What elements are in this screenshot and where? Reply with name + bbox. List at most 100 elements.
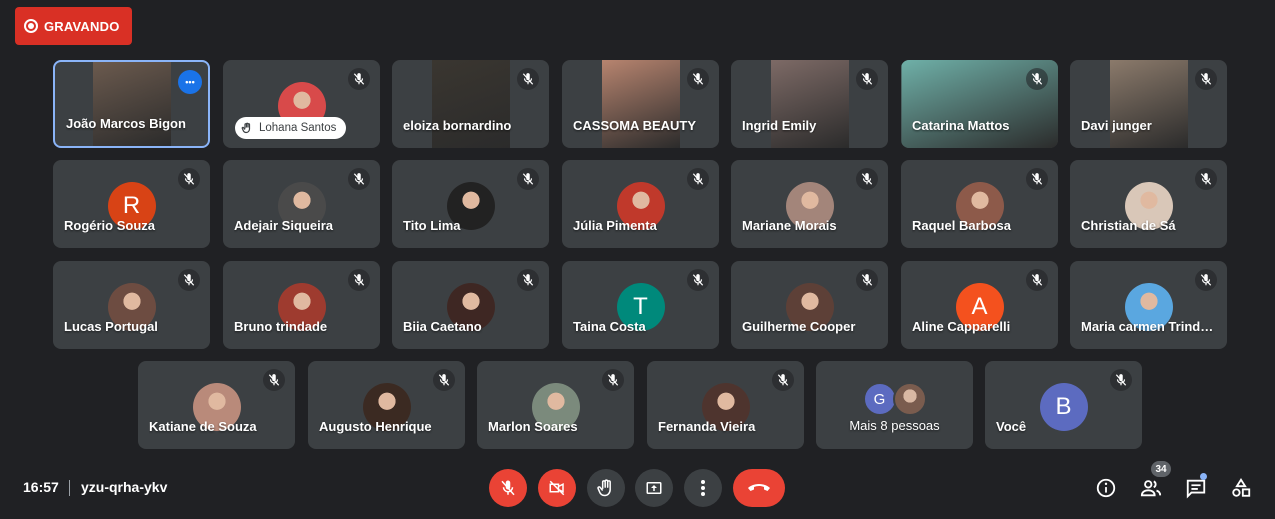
participant-video xyxy=(1109,60,1188,148)
participant-name: Bruno trindade xyxy=(234,319,328,334)
participant-name: CASSOMA BEAUTY xyxy=(573,118,697,133)
mic-off-icon xyxy=(687,68,709,90)
info-icon xyxy=(1096,478,1116,498)
participant-tile[interactable]: Christian de Sá xyxy=(1070,160,1227,248)
participant-tile[interactable]: T Taina Costa xyxy=(562,261,719,349)
meeting-clock: 16:57 xyxy=(23,479,59,495)
mic-off-icon xyxy=(1195,68,1217,90)
mic-off-icon xyxy=(178,269,200,291)
participant-name: Catarina Mattos xyxy=(912,118,1010,133)
chat-notification-dot xyxy=(1200,473,1207,480)
camera-off-icon xyxy=(549,480,565,496)
participant-name: Lohana Santos xyxy=(259,122,337,134)
participant-name: Fernanda Vieira xyxy=(658,419,756,434)
leave-call-button[interactable] xyxy=(733,469,785,507)
participant-tile[interactable]: Augusto Henrique xyxy=(308,361,465,449)
recording-label: GRAVANDO xyxy=(44,18,120,34)
participant-tile[interactable]: Katiane de Souza xyxy=(138,361,295,449)
participant-tile[interactable]: A Aline Capparelli xyxy=(901,261,1058,349)
activities-button[interactable] xyxy=(1228,475,1254,501)
participant-tile[interactable]: Adejair Siqueira xyxy=(223,160,380,248)
mic-off-icon xyxy=(348,68,370,90)
participant-tile[interactable]: João Marcos Bigon ••• xyxy=(53,60,210,148)
present-screen-button[interactable] xyxy=(635,469,673,507)
participant-name: Maria carmen Trindade xyxy=(1081,319,1217,334)
hand-icon xyxy=(597,479,611,497)
hang-up-icon xyxy=(748,484,770,491)
camera-toggle-button[interactable] xyxy=(538,469,576,507)
participant-name: Ingrid Emily xyxy=(742,118,817,133)
mic-off-icon xyxy=(1026,269,1048,291)
participant-tile[interactable]: Lucas Portugal xyxy=(53,261,210,349)
participant-tile[interactable]: R Rogério Souza xyxy=(53,160,210,248)
participant-name: Lucas Portugal xyxy=(64,319,158,334)
participant-name: Mais 8 pessoas xyxy=(849,418,940,433)
participant-avatar: G xyxy=(862,382,897,416)
participant-tile[interactable]: Guilherme Cooper xyxy=(731,261,888,349)
participant-video xyxy=(431,60,510,148)
raise-hand-button[interactable] xyxy=(587,469,625,507)
hand-raised-pill: Lohana Santos xyxy=(235,117,347,139)
mic-off-icon xyxy=(501,480,515,496)
participant-video xyxy=(770,60,849,148)
participant-name: João Marcos Bigon xyxy=(66,116,186,131)
participant-name: Tito Lima xyxy=(403,218,461,233)
participant-name: Biia Caetano xyxy=(403,319,482,334)
participant-tile[interactable]: Tito Lima xyxy=(392,160,549,248)
mic-off-icon xyxy=(263,369,285,391)
participant-tile[interactable]: Marlon Soares xyxy=(477,361,634,449)
meeting-code[interactable]: yzu-qrha-ykv xyxy=(81,479,167,495)
meeting-details-button[interactable] xyxy=(1093,475,1119,501)
mic-off-icon xyxy=(856,168,878,190)
participants-count-badge: 34 xyxy=(1151,461,1171,477)
mic-off-icon xyxy=(1026,168,1048,190)
participant-name: Guilherme Cooper xyxy=(742,319,856,334)
participant-tile[interactable]: Mariane Morais xyxy=(731,160,888,248)
mic-off-icon xyxy=(433,369,455,391)
participant-tile[interactable]: CASSOMA BEAUTY xyxy=(562,60,719,148)
participant-name: Raquel Barbosa xyxy=(912,218,1011,233)
mic-off-icon xyxy=(1195,168,1217,190)
mic-off-icon xyxy=(687,168,709,190)
participant-tile[interactable]: B Você xyxy=(985,361,1142,449)
participant-tile[interactable]: Maria carmen Trindade xyxy=(1070,261,1227,349)
participant-tile[interactable]: Davi junger xyxy=(1070,60,1227,148)
mic-off-icon xyxy=(687,269,709,291)
mic-off-icon xyxy=(348,168,370,190)
participant-name: Augusto Henrique xyxy=(319,419,432,434)
chat-icon xyxy=(1186,479,1206,499)
mic-off-icon xyxy=(1195,269,1217,291)
more-options-button[interactable] xyxy=(684,469,722,507)
participant-name: Adejair Siqueira xyxy=(234,218,333,233)
participant-name: Júlia Pimenta xyxy=(573,218,657,233)
participant-tile[interactable]: Catarina Mattos xyxy=(901,60,1058,148)
bottom-bar: 16:57 yzu-qrha-ykv 34 xyxy=(0,459,1275,519)
participant-tile[interactable]: G Mais 8 pessoas xyxy=(816,361,973,449)
microphone-toggle-button[interactable] xyxy=(489,469,527,507)
hand-icon xyxy=(241,122,251,134)
participant-tile[interactable]: Raquel Barbosa xyxy=(901,160,1058,248)
participant-tile[interactable]: eloiza bornardino xyxy=(392,60,549,148)
participant-tile[interactable]: Fernanda Vieira xyxy=(647,361,804,449)
mic-off-icon xyxy=(856,68,878,90)
participant-tile[interactable]: Bruno trindade xyxy=(223,261,380,349)
participant-video xyxy=(601,60,680,148)
more-people-avatars: G xyxy=(862,375,927,423)
participant-name: Taina Costa xyxy=(573,319,646,334)
record-icon xyxy=(24,19,38,33)
mic-off-icon xyxy=(772,369,794,391)
participant-tile[interactable]: Biia Caetano xyxy=(392,261,549,349)
participant-name: Rogério Souza xyxy=(64,218,156,233)
mic-off-icon xyxy=(1026,68,1048,90)
mic-off-icon xyxy=(517,68,539,90)
mic-off-icon xyxy=(517,269,539,291)
participants-button[interactable] xyxy=(1138,475,1164,501)
mic-off-icon xyxy=(856,269,878,291)
present-icon xyxy=(646,482,662,494)
participant-tile[interactable]: Júlia Pimenta xyxy=(562,160,719,248)
mic-off-icon xyxy=(348,269,370,291)
more-options-icon[interactable]: ••• xyxy=(178,70,202,94)
participant-name: eloiza bornardino xyxy=(403,118,512,133)
participant-tile[interactable]: Lohana Santos xyxy=(223,60,380,148)
participant-tile[interactable]: Ingrid Emily xyxy=(731,60,888,148)
